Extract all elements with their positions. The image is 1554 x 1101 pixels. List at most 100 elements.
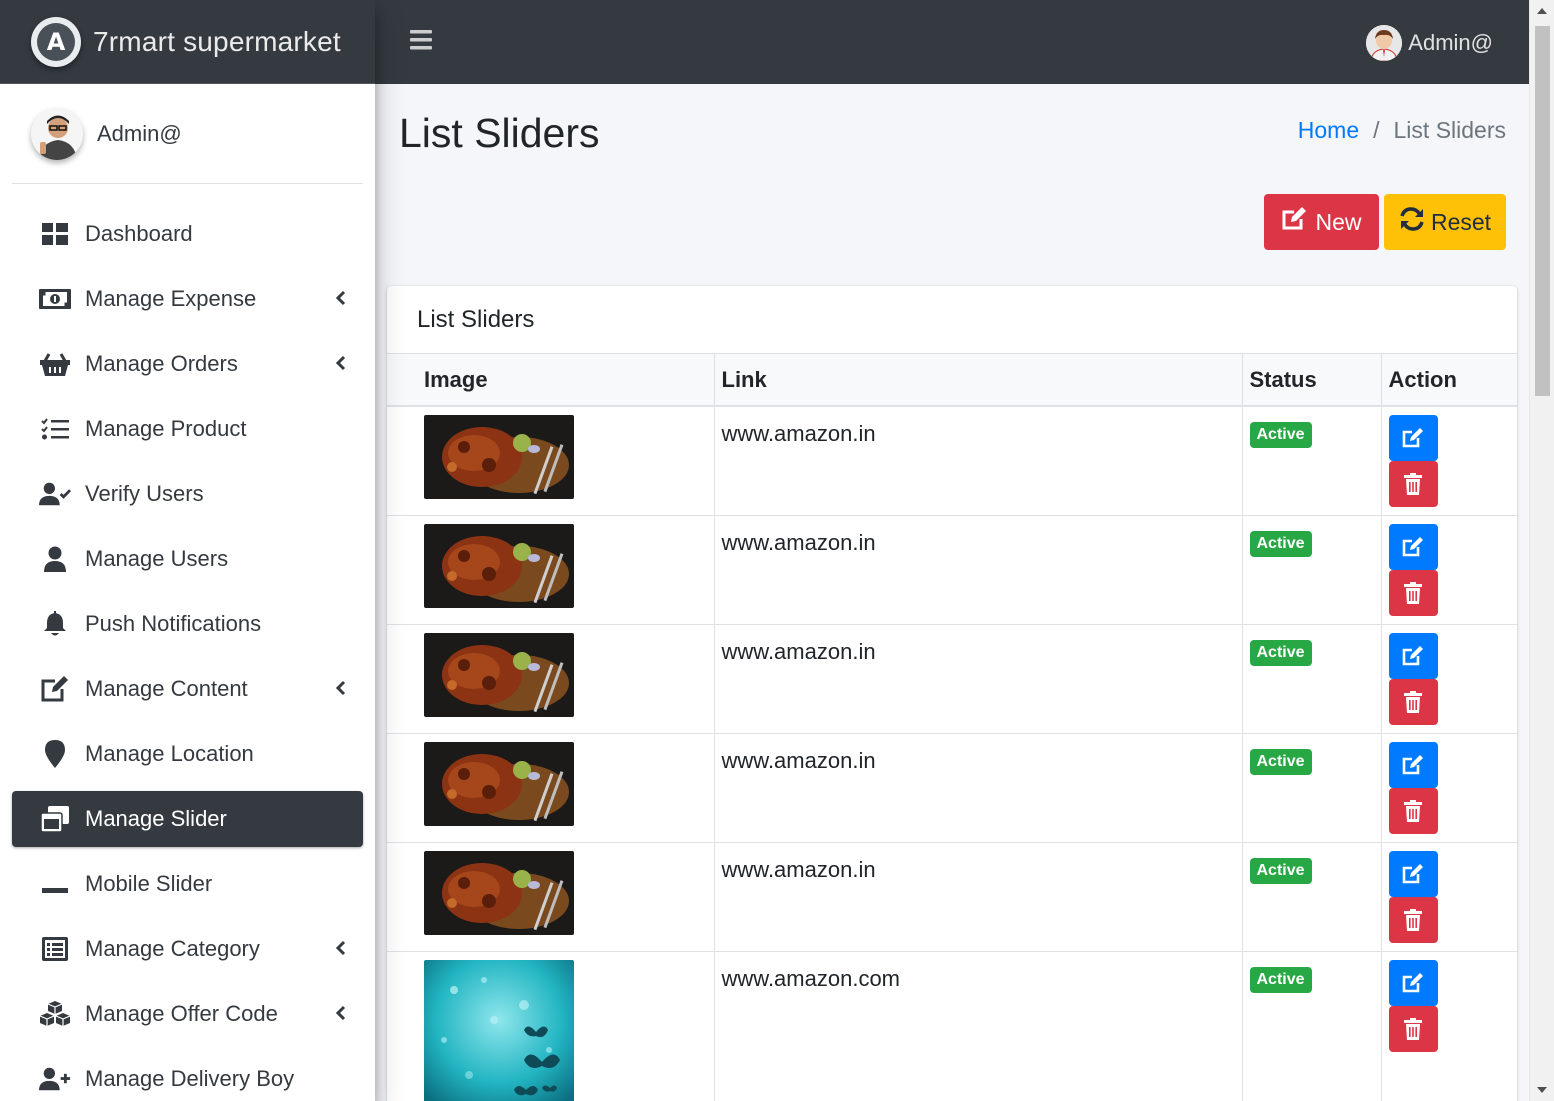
status-cell: Active	[1242, 842, 1382, 952]
sidebar-item-manage-offer-code[interactable]: Manage Offer Code	[12, 986, 363, 1042]
edit-button[interactable]	[1388, 415, 1438, 461]
edit-icon	[39, 673, 71, 705]
new-button[interactable]: New	[1264, 194, 1379, 250]
sidebar-item-push-notifications[interactable]: Push Notifications	[12, 596, 363, 652]
map-marker-icon	[39, 738, 71, 770]
column-header-image: Image	[387, 354, 715, 407]
slider-thumbnail	[424, 851, 574, 935]
status-cell: Active	[1242, 405, 1382, 516]
link-cell: www.amazon.in	[714, 405, 1243, 516]
sidebar-item-manage-location[interactable]: Manage Location	[12, 726, 363, 782]
delete-button[interactable]	[1388, 461, 1438, 507]
status-badge: Active	[1249, 749, 1312, 775]
scroll-up-arrow-icon[interactable]	[1537, 8, 1547, 14]
status-badge: Active	[1249, 640, 1312, 666]
edit-icon	[1402, 755, 1423, 775]
user-name[interactable]: Admin@	[97, 121, 182, 147]
bell-icon	[39, 608, 71, 640]
link-cell: www.amazon.in	[714, 733, 1243, 843]
chevron-left-icon	[331, 1003, 351, 1023]
edit-button[interactable]	[1388, 742, 1438, 788]
column-header-link: Link	[714, 354, 1243, 407]
delete-button[interactable]	[1388, 897, 1438, 943]
top-user-menu[interactable]: Admin@	[1366, 25, 1493, 61]
page-scrollbar[interactable]	[1529, 0, 1554, 1101]
cubes-icon	[39, 998, 71, 1030]
breadcrumb-separator: /	[1373, 117, 1380, 143]
brand-link[interactable]: A 7rmart supermarket	[0, 0, 375, 84]
sidebar-item-label: Manage Orders	[85, 351, 238, 376]
sidebar-item-manage-content[interactable]: Manage Content	[12, 661, 363, 717]
link-cell: www.amazon.com	[714, 951, 1243, 1101]
delete-button[interactable]	[1388, 570, 1438, 616]
table-header-row: Image Link Status Action	[387, 354, 1517, 407]
money-bill-icon	[39, 283, 71, 315]
table-row: www.amazon.in Active	[387, 405, 1517, 516]
edit-button[interactable]	[1388, 524, 1438, 570]
user-check-icon	[39, 478, 71, 510]
link-cell: www.amazon.in	[714, 515, 1243, 625]
slider-thumbnail	[424, 524, 574, 608]
chevron-left-icon	[331, 288, 351, 308]
top-navbar: Admin@	[375, 0, 1529, 84]
delete-button[interactable]	[1388, 679, 1438, 725]
user-panel: Admin@	[12, 84, 363, 184]
scroll-down-arrow-icon[interactable]	[1537, 1087, 1547, 1093]
user-plus-icon	[39, 1063, 71, 1095]
sidebar-item-manage-category[interactable]: Manage Category	[12, 921, 363, 977]
trash-icon	[1404, 909, 1422, 931]
top-user-name: Admin@	[1408, 30, 1493, 55]
sidebar-item-label: Push Notifications	[85, 611, 262, 636]
sidebar-item-label: Manage Users	[85, 546, 229, 571]
sidebar-item-manage-orders[interactable]: Manage Orders	[12, 336, 363, 392]
action-cell	[1381, 842, 1517, 952]
sidebar-item-label: Manage Location	[85, 741, 254, 766]
breadcrumb-current: List Sliders	[1393, 117, 1506, 143]
breadcrumb-home-link[interactable]: Home	[1298, 117, 1359, 144]
image-cell	[387, 842, 715, 952]
edit-button[interactable]	[1388, 960, 1438, 1006]
trash-icon	[1404, 800, 1422, 822]
slider-thumbnail	[424, 742, 574, 826]
delete-button[interactable]	[1388, 788, 1438, 834]
basket-icon	[39, 348, 71, 380]
slider-thumbnail	[424, 633, 574, 717]
sidebar-item-mobile-slider[interactable]: Mobile Slider	[12, 856, 363, 912]
sidebar-item-label: Manage Product	[85, 416, 247, 441]
action-cell	[1381, 515, 1517, 625]
reset-button[interactable]: Reset	[1384, 194, 1506, 250]
trash-icon	[1404, 691, 1422, 713]
edit-icon	[1402, 864, 1423, 884]
status-badge: Active	[1249, 967, 1312, 993]
sidebar-item-manage-slider[interactable]: Manage Slider	[12, 791, 363, 847]
sidebar-item-manage-delivery-boy[interactable]: Manage Delivery Boy	[12, 1051, 363, 1101]
page-title: List Sliders	[399, 110, 600, 156]
sidebar-item-verify-users[interactable]: Verify Users	[12, 466, 363, 522]
image-cell	[387, 624, 715, 734]
sidebar-item-label: Manage Offer Code	[85, 1001, 278, 1026]
link-cell: www.amazon.in	[714, 842, 1243, 952]
hamburger-menu-icon[interactable]	[410, 30, 434, 52]
chevron-left-icon	[331, 938, 351, 958]
status-cell: Active	[1242, 624, 1382, 734]
sidebar-item-label: Verify Users	[85, 481, 204, 506]
window-restore-icon	[39, 803, 71, 835]
sidebar-item-dashboard[interactable]: Dashboard	[12, 206, 363, 262]
sidebar-item-label: Dashboard	[85, 221, 193, 246]
sidebar-item-manage-expense[interactable]: Manage Expense	[12, 271, 363, 327]
edit-button[interactable]	[1388, 851, 1438, 897]
sidebar-item-manage-product[interactable]: Manage Product	[12, 401, 363, 457]
action-cell	[1381, 951, 1517, 1101]
table-row: www.amazon.in Active	[387, 842, 1517, 952]
delete-button[interactable]	[1388, 1006, 1438, 1052]
link-cell: www.amazon.in	[714, 624, 1243, 734]
sidebar-item-label: Manage Content	[85, 676, 248, 701]
user-icon	[39, 543, 71, 575]
scrollbar-thumb[interactable]	[1535, 26, 1550, 396]
sidebar-item-manage-users[interactable]: Manage Users	[12, 531, 363, 587]
avatar[interactable]	[31, 107, 83, 160]
content-header: List Sliders Home / List Sliders New Res…	[375, 84, 1529, 284]
status-badge: Active	[1249, 531, 1312, 557]
avatar	[1366, 25, 1403, 61]
edit-button[interactable]	[1388, 633, 1438, 679]
